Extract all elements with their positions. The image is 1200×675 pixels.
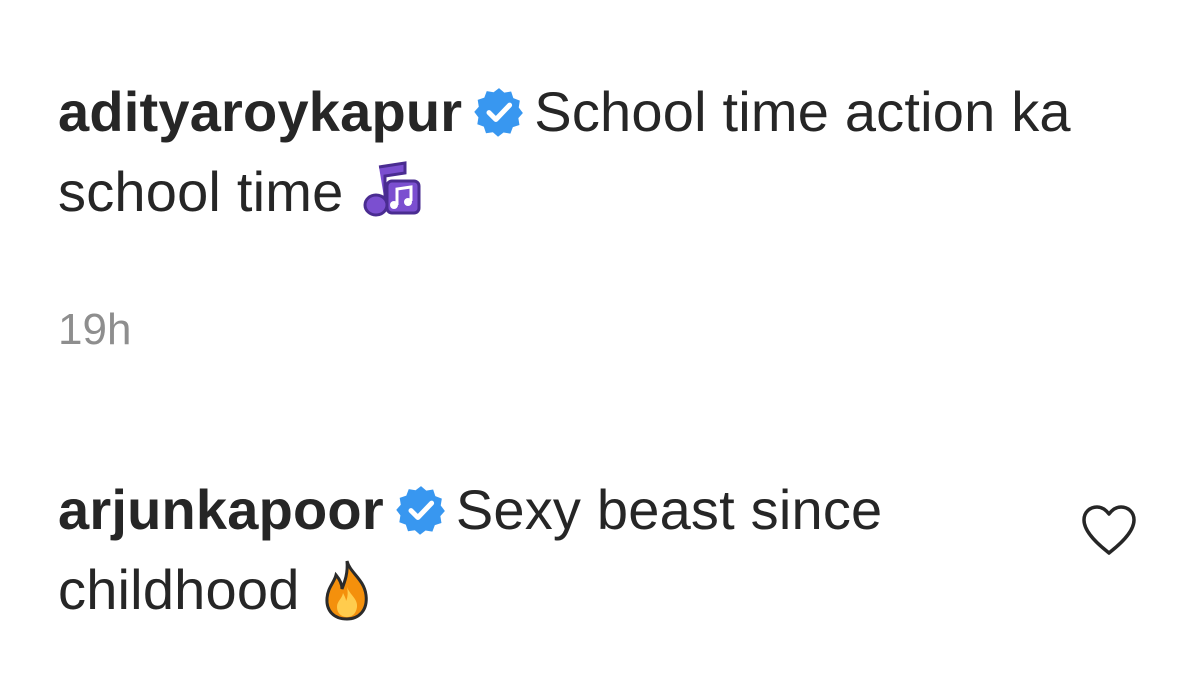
- comment-arjunkapoor: arjunkapoor Sexy beast since childhood: [58, 470, 1018, 630]
- verified-badge-icon: [474, 87, 524, 137]
- fire-icon: [314, 557, 380, 623]
- comment-username[interactable]: arjunkapoor: [58, 478, 384, 541]
- comment-username[interactable]: adityaroykapur: [58, 80, 462, 143]
- like-heart-button[interactable]: [1080, 503, 1138, 557]
- heart-outline-icon: [1082, 505, 1136, 555]
- musical-notes-icon: [357, 159, 423, 225]
- comment-timestamp[interactable]: 19h: [58, 300, 131, 360]
- comment-adityaroykapur: adityaroykapur School time action ka sch…: [58, 72, 1118, 232]
- verified-badge-icon: [396, 485, 446, 535]
